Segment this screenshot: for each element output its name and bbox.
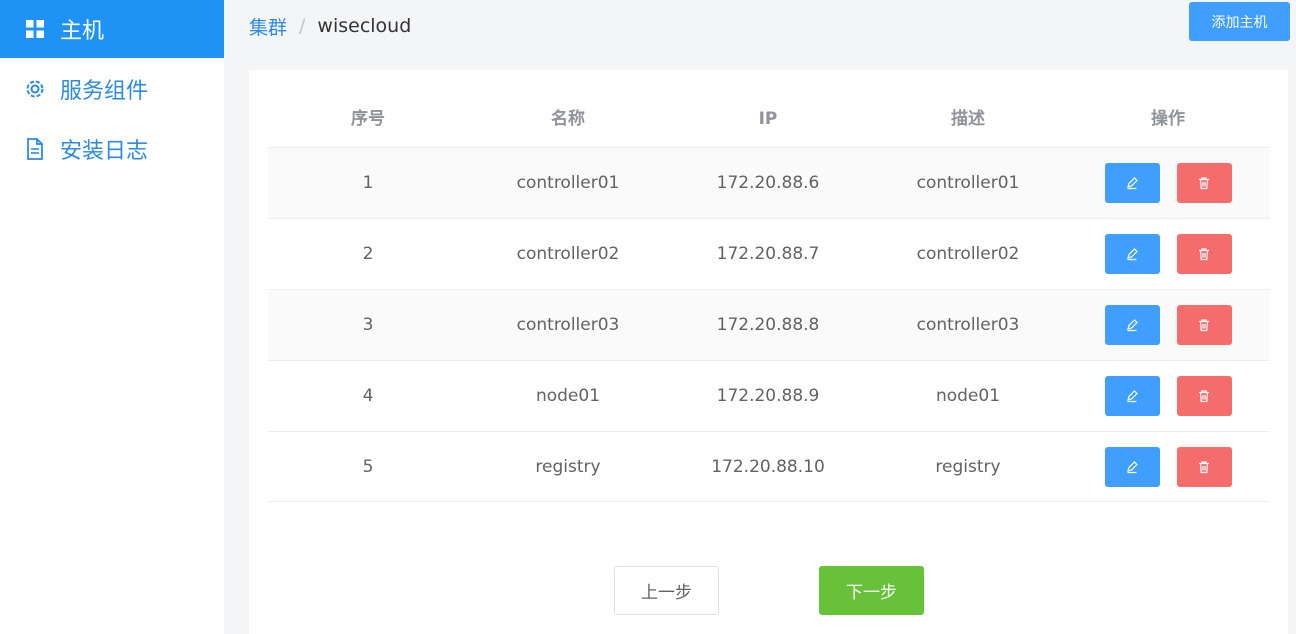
table-row: 4 node01 172.20.88.9 node01 — [268, 360, 1270, 431]
table-row: 1 controller01 172.20.88.6 controller01 — [268, 147, 1270, 218]
cell-ip: 172.20.88.7 — [716, 244, 820, 264]
cell-index: 2 — [362, 244, 374, 264]
cell-index: 1 — [362, 173, 374, 193]
edit-icon — [1127, 319, 1138, 332]
previous-step-button[interactable]: 上一步 — [614, 566, 719, 615]
next-step-button[interactable]: 下一步 — [819, 566, 924, 615]
table-row: 3 controller03 172.20.88.8 controller03 — [268, 289, 1270, 360]
delete-button[interactable] — [1176, 234, 1232, 274]
cell-ip: 172.20.88.6 — [716, 173, 820, 193]
cell-name: controller03 — [516, 315, 620, 335]
gear-icon — [24, 78, 46, 100]
cell-index: 5 — [362, 456, 374, 477]
column-header-ip: IP — [758, 109, 778, 129]
edit-button[interactable] — [1104, 446, 1160, 487]
cell-name: node01 — [535, 386, 601, 406]
hosts-card: 序号 名称 IP 描述 操作 1 controller01 172.20.88.… — [249, 70, 1288, 634]
column-header-name: 名称 — [551, 109, 585, 129]
delete-button[interactable] — [1176, 376, 1232, 416]
edit-icon — [1127, 177, 1138, 190]
sidebar-item-hosts[interactable]: 主机 — [0, 0, 224, 58]
cell-actions — [1068, 446, 1268, 487]
column-header-description: 描述 — [951, 109, 985, 129]
edit-button[interactable] — [1104, 305, 1160, 345]
cell-name: controller02 — [516, 244, 620, 264]
cell-actions — [1068, 376, 1268, 416]
trash-icon — [1199, 177, 1209, 190]
trash-icon — [1199, 390, 1209, 403]
breadcrumb-separator: / — [299, 15, 306, 37]
delete-button[interactable] — [1176, 305, 1232, 345]
cell-ip: 172.20.88.8 — [716, 315, 820, 335]
edit-button[interactable] — [1104, 163, 1160, 203]
sidebar: 主机 服务组件 安装日志 — [0, 0, 224, 634]
edit-icon — [1127, 248, 1138, 261]
sidebar-item-label: 主机 — [60, 19, 105, 44]
table-header: 序号 名称 IP 描述 操作 — [268, 70, 1270, 147]
cell-index: 3 — [362, 315, 374, 335]
trash-icon — [1199, 460, 1209, 473]
cell-description: controller01 — [916, 173, 1020, 193]
cell-actions — [1068, 234, 1268, 274]
hosts-table: 序号 名称 IP 描述 操作 1 controller01 172.20.88.… — [268, 70, 1270, 502]
cell-index: 4 — [362, 386, 374, 406]
cell-ip: 172.20.88.10 — [711, 456, 825, 477]
breadcrumb-current: wisecloud — [317, 15, 412, 37]
column-header-actions: 操作 — [1151, 109, 1185, 129]
edit-icon — [1127, 390, 1138, 403]
sidebar-item-install-log[interactable]: 安装日志 — [0, 120, 224, 178]
cell-description: registry — [935, 456, 1001, 477]
edit-button[interactable] — [1104, 376, 1160, 416]
cell-actions — [1068, 163, 1268, 203]
delete-button[interactable] — [1176, 163, 1232, 203]
breadcrumb-cluster-link[interactable]: 集群 — [249, 13, 287, 40]
table-row: 5 registry 172.20.88.10 registry — [268, 431, 1270, 502]
cell-ip: 172.20.88.9 — [716, 386, 820, 406]
cell-description: controller03 — [916, 315, 1020, 335]
trash-icon — [1199, 319, 1209, 332]
breadcrumb: 集群 / wisecloud — [249, 12, 411, 40]
table-row: 2 controller02 172.20.88.7 controller02 — [268, 218, 1270, 289]
edit-icon — [1127, 460, 1138, 473]
grid-icon — [24, 18, 46, 40]
sidebar-item-label: 安装日志 — [60, 139, 149, 164]
sidebar-item-services[interactable]: 服务组件 — [0, 60, 224, 118]
sidebar-item-label: 服务组件 — [60, 79, 149, 104]
cell-actions — [1068, 305, 1268, 345]
add-host-button[interactable]: 添加主机 — [1189, 2, 1290, 41]
cell-description: node01 — [935, 386, 1001, 406]
delete-button[interactable] — [1176, 446, 1232, 487]
edit-button[interactable] — [1104, 234, 1160, 274]
document-icon — [24, 138, 46, 160]
column-header-index: 序号 — [351, 109, 385, 129]
trash-icon — [1199, 248, 1209, 261]
cell-name: registry — [535, 456, 601, 477]
cell-name: controller01 — [516, 173, 620, 193]
cell-description: controller02 — [916, 244, 1020, 264]
